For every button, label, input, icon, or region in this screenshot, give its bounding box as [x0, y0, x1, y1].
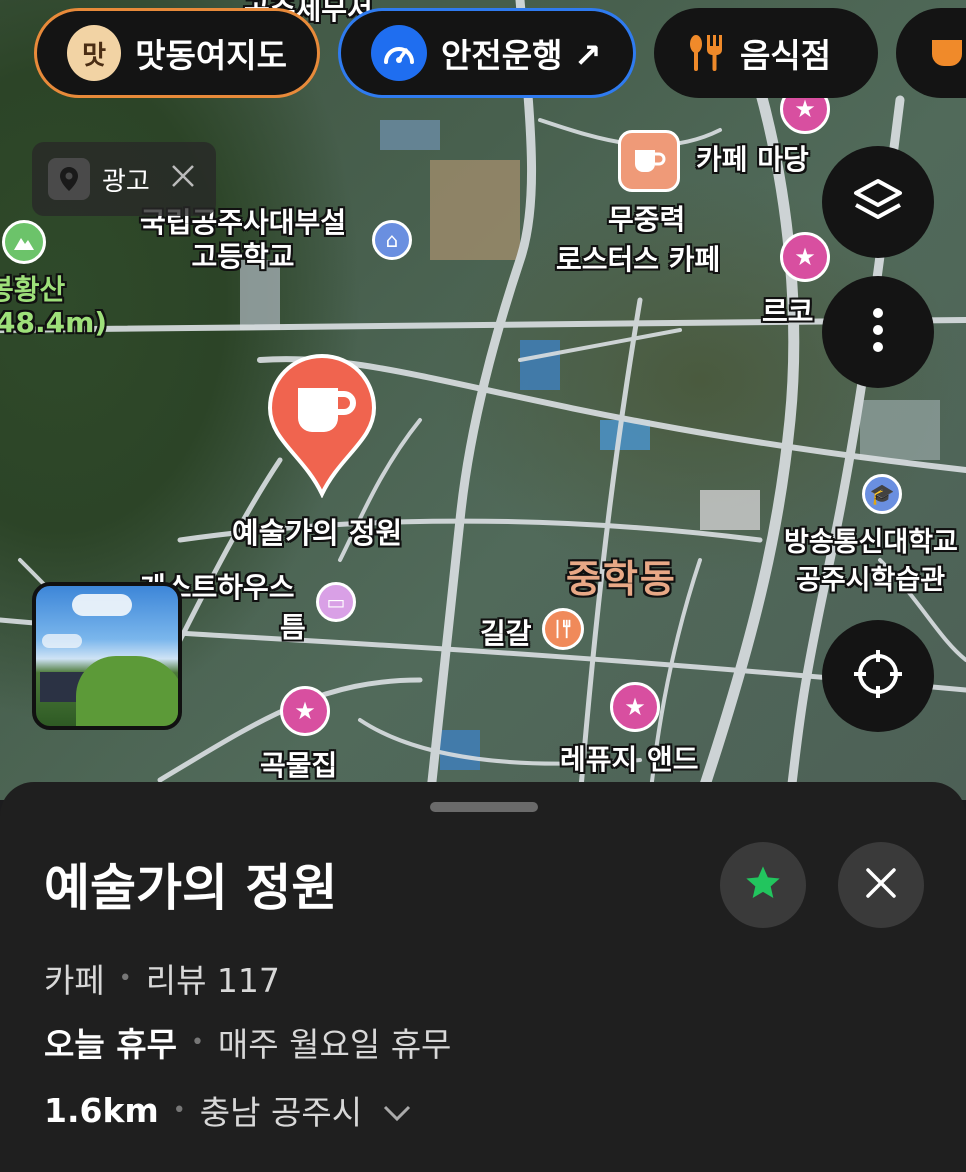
map-label-gokmul[interactable]: 곡물집	[260, 744, 337, 784]
place-title: 예술가의 정원	[44, 859, 338, 917]
close-icon	[864, 866, 898, 904]
close-ad-icon[interactable]	[170, 163, 196, 196]
closed-day-info: 매주 월요일 휴무	[217, 1025, 452, 1064]
fork-knife-icon	[684, 25, 726, 81]
place-location-row[interactable]: 1.6km • 충남 공주시	[44, 1086, 412, 1134]
chip-safe-driving[interactable]: 안전운행 ↗	[338, 8, 636, 98]
more-vertical-icon	[872, 307, 884, 357]
school-poi-icon[interactable]: ⌂	[372, 220, 412, 260]
map-label-univ[interactable]: 방송통신대학교	[784, 520, 958, 559]
selected-place-pin-icon[interactable]	[264, 352, 380, 499]
university-poi-icon[interactable]: 🎓	[862, 474, 902, 514]
separator-dot: •	[190, 1029, 204, 1055]
star-poi-icon[interactable]: ★	[610, 682, 660, 732]
cloud-shape	[42, 634, 82, 648]
map-label-selected-place[interactable]: 예술가의 정원	[232, 510, 402, 552]
place-hours-row[interactable]: 오늘 휴무 • 매주 월요일 휴무	[44, 1018, 451, 1066]
cloud-shape	[72, 594, 132, 616]
chip-restaurants[interactable]: 음식점	[654, 8, 878, 98]
separator-dot: •	[172, 1097, 186, 1123]
my-location-button[interactable]	[822, 620, 934, 732]
place-reviews[interactable]: 리뷰 117	[146, 954, 280, 1002]
favorite-button[interactable]	[720, 842, 806, 928]
star-poi-icon[interactable]: ★	[280, 686, 330, 736]
map-label-mountain-height: 48.4m)	[0, 306, 108, 339]
restaurant-poi-icon[interactable]	[542, 608, 584, 650]
map-label-school[interactable]: 국립공주사대부설 고등학교	[140, 206, 346, 274]
chip-restaurants-label: 음식점	[740, 36, 832, 75]
chevron-down-icon[interactable]	[382, 1091, 412, 1130]
map-label-reucoffee[interactable]: 르코	[762, 290, 814, 330]
chip-safe-driving-label: 안전운행 ↗	[441, 36, 602, 75]
speedometer-icon	[371, 25, 427, 81]
more-options-button[interactable]	[822, 276, 934, 388]
star-icon	[743, 863, 783, 907]
ad-tag[interactable]: 광고	[32, 142, 216, 216]
map-label-mountain[interactable]: 봉황산	[0, 268, 65, 308]
map-label-guesthouse-line2[interactable]: 틈	[280, 606, 306, 646]
place-meta-row: 카페 • 리뷰 117	[44, 954, 280, 1002]
cafe-poi-icon[interactable]	[618, 130, 680, 192]
location-pin-icon	[48, 158, 90, 200]
lodging-poi-icon[interactable]: ▭	[316, 582, 356, 622]
ad-label: 광고	[102, 166, 150, 197]
mountain-poi-icon[interactable]	[2, 220, 46, 264]
layers-icon	[852, 177, 904, 227]
place-region: 충남 공주시	[199, 1093, 363, 1132]
place-bottom-sheet[interactable]: 예술가의 정원 카페 • 리뷰 117 오늘 휴무 • 매주 월요일 휴무 1.…	[0, 782, 966, 1172]
crosshair-icon	[852, 648, 904, 704]
today-status: 오늘 휴무	[44, 1025, 177, 1064]
close-sheet-button[interactable]	[838, 842, 924, 928]
map-label-mujungryeok-line2[interactable]: 로스터스 카페	[556, 238, 720, 278]
chip-matdong-label: 맛동여지도	[135, 36, 287, 75]
street-view-thumbnail[interactable]	[32, 582, 182, 730]
chip-matdong-map[interactable]: 맛 맛동여지도	[34, 8, 320, 98]
separator-dot: •	[118, 965, 132, 991]
sheet-drag-handle[interactable]	[430, 802, 538, 812]
star-poi-icon[interactable]: ★	[780, 232, 830, 282]
map-label-gilgal[interactable]: 길갈	[480, 612, 532, 652]
map-label-univ-line2[interactable]: 공주시학습관	[796, 558, 945, 597]
map-label-cafe-madang[interactable]: 카페 마당	[696, 138, 809, 178]
tree-shape	[76, 656, 178, 726]
map-label-district: 중학동	[566, 557, 677, 601]
place-distance: 1.6km	[44, 1090, 159, 1130]
cafe-cup-icon	[932, 40, 962, 66]
place-category: 카페	[44, 961, 105, 1000]
map-label-mujungryeok[interactable]: 무중력	[608, 198, 685, 238]
map-label-refuge[interactable]: 레퓨지 앤드	[560, 738, 699, 778]
layers-button[interactable]	[822, 146, 934, 258]
matdong-logo-icon: 맛	[67, 25, 122, 81]
